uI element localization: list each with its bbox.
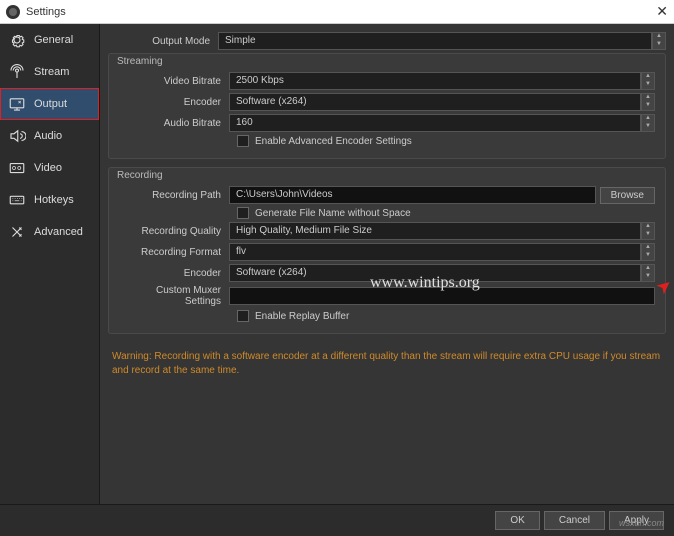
sidebar-item-output[interactable]: Output xyxy=(0,88,99,120)
sidebar-item-audio[interactable]: Audio xyxy=(0,120,99,152)
watermark2: wsxdn.com xyxy=(619,518,664,528)
speaker-icon xyxy=(8,127,26,145)
sidebar-item-label: General xyxy=(34,34,73,46)
dropdown-icon[interactable]: ▲▼ xyxy=(641,93,655,111)
sidebar-item-hotkeys[interactable]: Hotkeys xyxy=(0,184,99,216)
audio-bitrate-label: Audio Bitrate xyxy=(119,118,229,129)
sidebar-item-label: Stream xyxy=(34,66,69,78)
recording-title: Recording xyxy=(117,170,163,181)
streaming-title: Streaming xyxy=(117,56,163,67)
dropdown-icon[interactable]: ▲▼ xyxy=(641,264,655,282)
recording-section: Recording Recording Path C:\Users\John\V… xyxy=(108,167,666,334)
encoder-select[interactable]: Software (x264) xyxy=(229,93,641,111)
gen-filename-label: Generate File Name without Space xyxy=(255,208,411,219)
warning-text: Warning: Recording with a software encod… xyxy=(108,342,666,386)
gen-filename-checkbox[interactable] xyxy=(237,207,249,219)
dropdown-icon[interactable]: ▲▼ xyxy=(641,222,655,240)
sidebar: General Stream Output Audio Video Hotkey… xyxy=(0,24,100,504)
recording-quality-label: Recording Quality xyxy=(119,226,229,237)
replay-buffer-label: Enable Replay Buffer xyxy=(255,311,349,322)
recording-format-select[interactable]: flv xyxy=(229,243,641,261)
sidebar-item-label: Video xyxy=(34,162,62,174)
sidebar-item-video[interactable]: Video xyxy=(0,152,99,184)
recording-encoder-select[interactable]: Software (x264) xyxy=(229,264,641,282)
advanced-encoder-checkbox[interactable] xyxy=(237,135,249,147)
recording-quality-select[interactable]: High Quality, Medium File Size xyxy=(229,222,641,240)
recording-path-input[interactable]: C:\Users\John\Videos xyxy=(229,186,596,204)
spinner-icon[interactable]: ▲▼ xyxy=(641,72,655,90)
monitor-icon xyxy=(8,95,26,113)
cancel-button[interactable]: Cancel xyxy=(544,511,605,530)
recording-format-label: Recording Format xyxy=(119,247,229,258)
keyboard-icon xyxy=(8,191,26,209)
browse-button[interactable]: Browse xyxy=(600,187,655,204)
recording-path-label: Recording Path xyxy=(119,190,229,201)
window-title: Settings xyxy=(26,6,66,18)
close-icon[interactable]: ✕ xyxy=(656,3,668,20)
sidebar-item-general[interactable]: General xyxy=(0,24,99,56)
recording-encoder-label: Encoder xyxy=(119,268,229,279)
dropdown-icon[interactable]: ▲▼ xyxy=(641,243,655,261)
content-panel: Output Mode Simple ▲▼ Streaming Video Bi… xyxy=(100,24,674,504)
streaming-section: Streaming Video Bitrate 2500 Kbps ▲▼ Enc… xyxy=(108,53,666,159)
sidebar-item-label: Hotkeys xyxy=(34,194,74,206)
muxer-input[interactable] xyxy=(229,287,655,305)
ok-button[interactable]: OK xyxy=(495,511,539,530)
video-bitrate-input[interactable]: 2500 Kbps xyxy=(229,72,641,90)
sidebar-item-label: Output xyxy=(34,98,67,110)
gear-icon xyxy=(8,31,26,49)
output-mode-select[interactable]: Simple xyxy=(218,32,652,50)
app-icon xyxy=(6,5,20,19)
antenna-icon xyxy=(8,63,26,81)
dropdown-icon[interactable]: ▲▼ xyxy=(652,32,666,50)
sidebar-item-stream[interactable]: Stream xyxy=(0,56,99,88)
sidebar-item-label: Audio xyxy=(34,130,62,142)
muxer-label: Custom Muxer Settings xyxy=(119,285,229,307)
tools-icon xyxy=(8,223,26,241)
footer: OK Cancel Apply wsxdn.com xyxy=(0,504,674,536)
dropdown-icon[interactable]: ▲▼ xyxy=(641,114,655,132)
output-mode-label: Output Mode xyxy=(108,36,218,47)
audio-bitrate-select[interactable]: 160 xyxy=(229,114,641,132)
video-icon xyxy=(8,159,26,177)
sidebar-item-label: Advanced xyxy=(34,226,83,238)
advanced-encoder-label: Enable Advanced Encoder Settings xyxy=(255,136,412,147)
sidebar-item-advanced[interactable]: Advanced xyxy=(0,216,99,248)
replay-buffer-checkbox[interactable] xyxy=(237,310,249,322)
video-bitrate-label: Video Bitrate xyxy=(119,76,229,87)
titlebar: Settings ✕ xyxy=(0,0,674,24)
encoder-label: Encoder xyxy=(119,97,229,108)
